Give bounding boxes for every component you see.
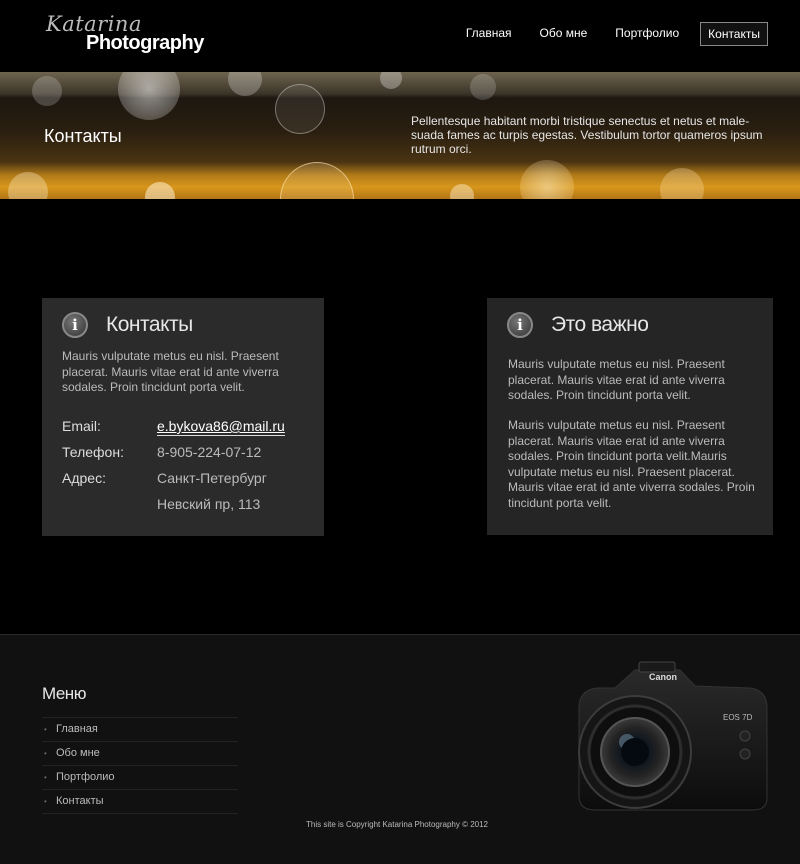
bullet-icon: • xyxy=(44,725,47,734)
footer-menu: • Главная • Обо мне • Портфолио • Контакты xyxy=(42,717,238,814)
copyright-text: This site is Copyright Katarina Photogra… xyxy=(306,820,488,829)
bokeh-light xyxy=(145,182,175,199)
card-text: Mauris vulputate metus eu nisl. Praesent… xyxy=(508,418,755,510)
address-street: Невский пр, 113 xyxy=(157,496,261,512)
bokeh-light xyxy=(118,72,180,120)
footer-menu-item[interactable]: • Портфолио xyxy=(42,766,238,790)
nav-item-contacts[interactable]: Контакты xyxy=(700,22,768,46)
contact-label: Телефон: xyxy=(62,444,124,460)
bokeh-light xyxy=(280,162,354,199)
bokeh-light xyxy=(275,84,325,134)
bokeh-light xyxy=(228,72,262,96)
banner-title: Контакты xyxy=(44,126,122,146)
camera-brand-label: Canon xyxy=(649,672,677,682)
bokeh-light xyxy=(450,184,474,199)
bullet-icon: • xyxy=(44,797,47,806)
bullet-icon: • xyxy=(44,749,47,758)
footer-menu-title: Меню xyxy=(42,684,86,703)
card-text: Mauris vulputate metus eu nisl. Praesent… xyxy=(508,357,725,402)
card-title: Контакты xyxy=(106,313,193,336)
contacts-card: i Контакты Mauris vulputate metus eu nis… xyxy=(42,298,324,536)
bokeh-light xyxy=(380,72,402,89)
info-icon: i xyxy=(507,312,533,338)
card-title: Это важно xyxy=(551,313,649,336)
bokeh-light xyxy=(660,168,704,199)
phone-value: 8-905-224-07-12 xyxy=(157,444,262,460)
bullet-icon: • xyxy=(44,773,47,782)
address-city: Санкт-Петербург xyxy=(157,470,267,486)
card-header: i Контакты xyxy=(62,312,193,338)
bokeh-light xyxy=(8,172,48,199)
bokeh-light xyxy=(520,160,574,199)
footer-menu-item[interactable]: • Контакты xyxy=(42,790,238,814)
site-header: Katarina Photography Главная Обо мне Пор… xyxy=(0,0,800,72)
card-header: i Это важно xyxy=(507,312,649,338)
info-icon: i xyxy=(62,312,88,338)
card-text: Mauris vulputate metus eu nisl. Praesent… xyxy=(62,349,279,394)
main-nav: Главная Обо мне Портфолио Контакты xyxy=(445,22,768,46)
logo-brand-text: Photography xyxy=(86,32,204,54)
page-banner: Контакты Pellentesque habitant morbi tri… xyxy=(0,72,800,199)
important-card: i Это важно Mauris vulputate metus eu ni… xyxy=(487,298,773,535)
site-logo[interactable]: Katarina Photography xyxy=(46,12,204,56)
nav-item-about[interactable]: Обо мне xyxy=(533,22,595,46)
contact-label: Email: xyxy=(62,418,101,434)
banner-lead-text: Pellentesque habitant morbi tristique se… xyxy=(411,114,763,156)
camera-image: Canon EOS 7D xyxy=(578,661,768,811)
email-link[interactable]: e.bykova86@mail.ru xyxy=(157,418,285,436)
footer-menu-item[interactable]: • Главная xyxy=(42,718,238,742)
bokeh-light xyxy=(470,74,496,100)
footer-menu-item[interactable]: • Обо мне xyxy=(42,742,238,766)
contact-label: Адрес: xyxy=(62,470,106,486)
camera-model-label: EOS 7D xyxy=(723,713,753,722)
nav-item-home[interactable]: Главная xyxy=(459,22,519,46)
nav-item-portfolio[interactable]: Портфолио xyxy=(608,22,686,46)
bokeh-light xyxy=(32,76,62,106)
